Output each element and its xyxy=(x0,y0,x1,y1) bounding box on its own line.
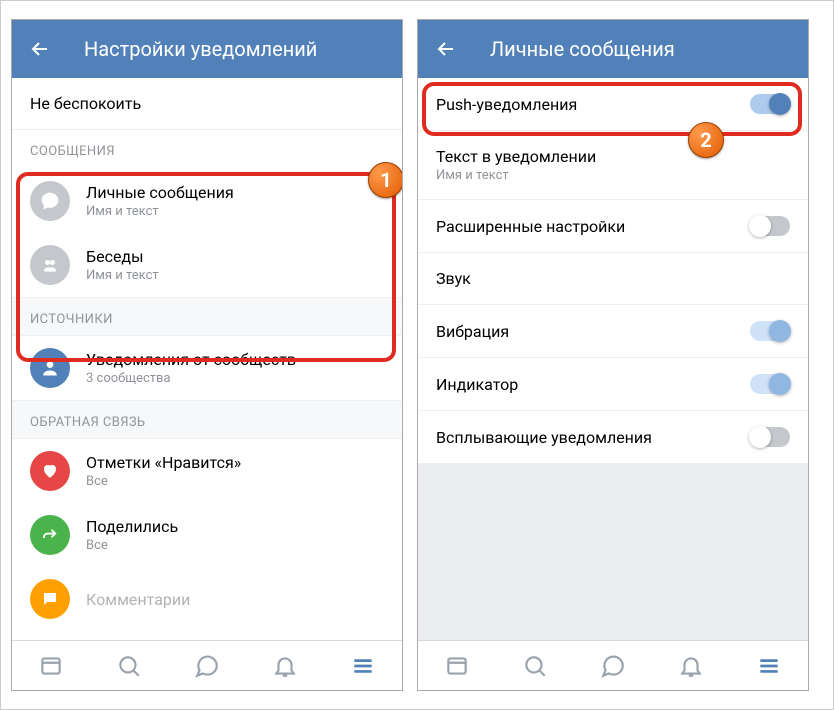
advanced-row[interactable]: Расширенные настройки xyxy=(418,200,808,253)
popup-label: Всплывающие уведомления xyxy=(436,428,652,447)
badge-2: 2 xyxy=(688,122,724,158)
push-toggle[interactable] xyxy=(750,94,790,114)
push-label: Push-уведомления xyxy=(436,95,577,114)
dnd-label: Не беспокоить xyxy=(30,94,141,113)
badge-1: 1 xyxy=(368,162,402,198)
dnd-row[interactable]: Не беспокоить xyxy=(12,78,402,130)
item-likes[interactable]: Отметки «Нравится» Все xyxy=(12,439,402,503)
popup-row[interactable]: Всплывающие уведомления xyxy=(418,411,808,464)
empty-area xyxy=(418,464,808,640)
community-icon xyxy=(30,348,70,388)
section-messages-header: СООБЩЕНИЯ xyxy=(12,130,402,169)
nav-feed-icon[interactable] xyxy=(444,653,470,679)
advanced-toggle[interactable] xyxy=(750,216,790,236)
nav-messages-icon[interactable] xyxy=(600,653,626,679)
nav-bell-icon[interactable] xyxy=(678,653,704,679)
phone-left: Настройки уведомлений Не беспокоить СООБ… xyxy=(11,19,403,691)
section-feedback-header: ОБРАТНАЯ СВЯЗЬ xyxy=(12,400,402,439)
comments-title: Комментарии xyxy=(86,590,190,609)
sound-label: Звук xyxy=(436,269,471,288)
vibration-toggle[interactable] xyxy=(750,321,790,341)
indicator-label: Индикатор xyxy=(436,375,518,394)
vibration-label: Вибрация xyxy=(436,322,509,341)
text-in-notif-row[interactable]: Текст в уведомлении Имя и текст xyxy=(418,131,808,200)
text-in-notif-sub: Имя и текст xyxy=(436,168,596,183)
back-arrow-icon[interactable] xyxy=(434,37,458,61)
topbar-right: Личные сообщения xyxy=(418,20,808,78)
topbar-title-right: Личные сообщения xyxy=(490,37,675,61)
indicator-row[interactable]: Индикатор xyxy=(418,358,808,411)
share-icon xyxy=(30,515,70,555)
advanced-label: Расширенные настройки xyxy=(436,217,625,236)
back-arrow-icon[interactable] xyxy=(28,37,52,61)
push-row[interactable]: Push-уведомления xyxy=(418,78,808,131)
communities-title: Уведомления от сообществ xyxy=(86,350,296,369)
item-personal-messages[interactable]: Личные сообщения Имя и текст xyxy=(12,169,402,233)
personal-sub: Имя и текст xyxy=(86,204,234,219)
item-comments-partial[interactable]: Комментарии xyxy=(12,567,402,623)
item-communities[interactable]: Уведомления от сообществ 3 сообщества xyxy=(12,336,402,400)
chat-bubble-icon xyxy=(30,181,70,221)
nav-menu-icon[interactable] xyxy=(756,653,782,679)
bottom-nav-left xyxy=(12,640,402,690)
comment-icon xyxy=(30,579,70,619)
group-icon xyxy=(30,245,70,285)
nav-messages-icon[interactable] xyxy=(194,653,220,679)
item-chats[interactable]: Беседы Имя и текст xyxy=(12,233,402,297)
indicator-toggle[interactable] xyxy=(750,374,790,394)
personal-title: Личные сообщения xyxy=(86,183,234,202)
likes-sub: Все xyxy=(86,474,241,489)
popup-toggle[interactable] xyxy=(750,427,790,447)
bottom-nav-right xyxy=(418,640,808,690)
chats-title: Беседы xyxy=(86,247,159,266)
nav-feed-icon[interactable] xyxy=(38,653,64,679)
heart-icon xyxy=(30,451,70,491)
vibration-row[interactable]: Вибрация xyxy=(418,305,808,358)
nav-bell-icon[interactable] xyxy=(272,653,298,679)
likes-title: Отметки «Нравится» xyxy=(86,453,241,472)
shares-title: Поделились xyxy=(86,517,178,536)
nav-menu-icon[interactable] xyxy=(350,653,376,679)
nav-search-icon[interactable] xyxy=(116,653,142,679)
item-shares[interactable]: Поделились Все xyxy=(12,503,402,567)
phone-right: Личные сообщения Push-уведомления Текст … xyxy=(417,19,809,691)
topbar-left: Настройки уведомлений xyxy=(12,20,402,78)
shares-sub: Все xyxy=(86,538,178,553)
topbar-title-left: Настройки уведомлений xyxy=(84,37,317,61)
chats-sub: Имя и текст xyxy=(86,268,159,283)
sound-row[interactable]: Звук xyxy=(418,253,808,305)
communities-sub: 3 сообщества xyxy=(86,371,296,386)
nav-search-icon[interactable] xyxy=(522,653,548,679)
section-sources-header: ИСТОЧНИКИ xyxy=(12,297,402,336)
text-in-notif-title: Текст в уведомлении xyxy=(436,147,596,166)
